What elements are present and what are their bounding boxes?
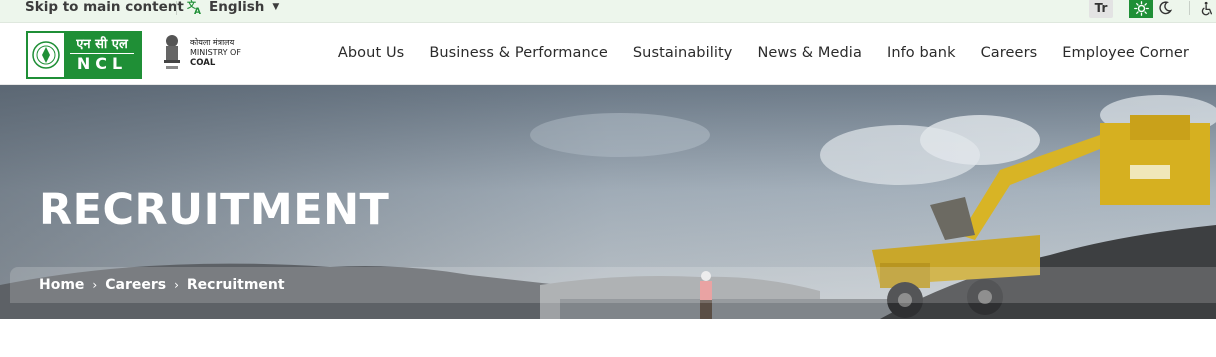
nav-about-us[interactable]: About Us [338,45,404,61]
moon-icon [1159,1,1172,15]
breadcrumb: Home › Careers › Recruitment [10,267,1216,303]
ncl-logo[interactable]: एन सी एल NCL [26,31,142,79]
svg-text:A: A [194,7,201,15]
ncl-emblem-icon [28,33,64,77]
text-size-button[interactable]: Tr [1089,0,1113,18]
breadcrumb-careers[interactable]: Careers [105,277,166,293]
ministry-of-coal-logo[interactable]: कोयला मंत्रालय MINISTRY OF COAL [160,33,241,73]
main-navigation: About Us Business & Performance Sustaina… [338,45,1189,61]
nav-news-media[interactable]: News & Media [757,45,861,61]
light-mode-button[interactable] [1129,0,1153,18]
ministry-line-1: MINISTRY OF [190,48,241,57]
text-size-icon: Tr [1094,1,1108,15]
site-header: एन सी एल NCL कोयला मंत्रालय MINISTRY OF … [0,23,1216,85]
breadcrumb-current: Recruitment [186,277,285,293]
nav-business-performance[interactable]: Business & Performance [429,45,608,61]
nav-sustainability[interactable]: Sustainability [633,45,733,61]
national-emblem-icon [164,35,180,69]
chevron-right-icon: › [174,278,179,292]
nav-employee-corner[interactable]: Employee Corner [1062,45,1189,61]
chevron-right-icon: › [92,278,98,292]
dark-mode-button[interactable] [1153,0,1177,18]
accessibility-tools: Tr [1089,0,1216,18]
chevron-down-icon: ▼ [272,2,280,12]
language-label: English [209,0,265,15]
ncl-hindi-name: एन सी एल [70,37,134,54]
language-selector[interactable]: 文 A English ▼ [187,0,279,15]
translate-icon: 文 A [187,0,201,15]
skip-to-main-link[interactable]: Skip to main content [25,0,184,14]
accessibility-button[interactable] [1198,0,1216,18]
sun-icon [1133,0,1149,16]
nav-info-bank[interactable]: Info bank [887,45,956,61]
divider [1189,1,1190,15]
hero-banner: RECRUITMENT Home › Careers › Recruitment [0,85,1216,319]
divider [176,1,177,15]
breadcrumb-home[interactable]: Home [39,277,84,293]
ministry-line-2: COAL [190,58,216,68]
ministry-hindi-name: कोयला मंत्रालय [190,38,235,47]
ncl-english-name: NCL [76,53,128,73]
utility-bar: Skip to main content 文 A English ▼ Tr [0,0,1216,23]
wheelchair-icon [1201,1,1213,15]
nav-careers[interactable]: Careers [981,45,1038,61]
page-title: RECRUITMENT [39,185,390,235]
